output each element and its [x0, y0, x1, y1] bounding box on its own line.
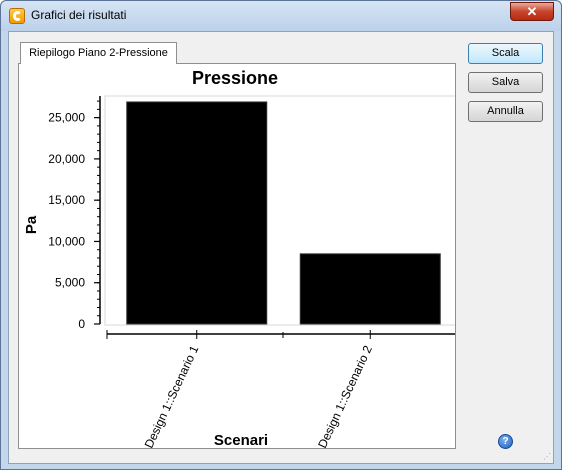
y-axis-label: Pa	[23, 215, 40, 234]
scala-button[interactable]: Scala	[468, 43, 543, 64]
dialog-body: Riepilogo Piano 2-Pressione Pressione Pa…	[8, 31, 554, 464]
y-tick-label: 5,000	[55, 276, 85, 290]
resize-grip[interactable]: ⋰	[543, 452, 553, 462]
y-tick-label: 20,000	[48, 152, 85, 166]
title-bar[interactable]: Grafici dei risultati ✕	[1, 1, 561, 31]
chart-panel: Pressione Pa Scenari 0 5,000 10,000 15,000 2…	[18, 63, 470, 450]
results-chart-window: Grafici dei risultati ✕ Riepilogo Piano …	[0, 0, 562, 470]
salva-button[interactable]: Salva	[468, 72, 543, 93]
y-tick-label: 25,000	[48, 111, 85, 125]
app-logo-icon	[9, 8, 25, 24]
x-axis-label: Scenari	[214, 432, 268, 448]
tab-riepilogo-piano-2-pressione[interactable]: Riepilogo Piano 2-Pressione	[20, 42, 177, 64]
bar-chart: Pressione Pa Scenari 0 5,000 10,000 15,000 2…	[23, 68, 470, 450]
y-tick-label: 0	[78, 317, 85, 331]
annulla-button[interactable]: Annulla	[468, 101, 543, 122]
x-tick-label: Design 1::Scenario 1	[142, 343, 202, 448]
chart-title: Pressione	[192, 68, 278, 88]
y-tick-label: 10,000	[48, 234, 85, 248]
y-tick-label: 15,000	[48, 193, 85, 207]
bar-2	[299, 253, 441, 325]
x-tick-label: Design 1::Scenario 2	[315, 343, 375, 448]
bar-1	[126, 101, 268, 325]
help-icon[interactable]: ?	[498, 434, 513, 449]
close-button[interactable]: ✕	[510, 2, 554, 21]
window-title: Grafici dei risultati	[31, 8, 127, 22]
